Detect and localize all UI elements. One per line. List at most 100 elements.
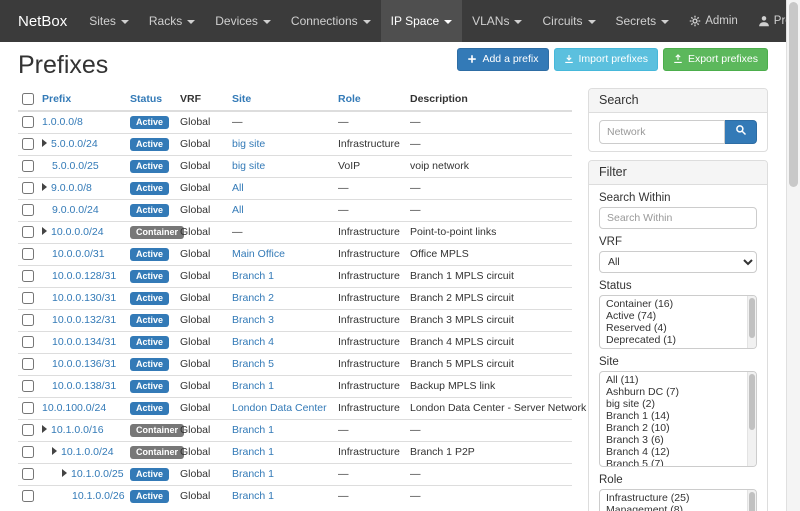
listbox-option[interactable]: Branch 1 (14) bbox=[600, 410, 756, 422]
row-checkbox[interactable] bbox=[22, 226, 34, 238]
import-prefixes-button[interactable]: Import prefixes bbox=[554, 48, 658, 71]
export-prefixes-button[interactable]: Export prefixes bbox=[663, 48, 768, 71]
prefix-link[interactable]: 10.0.0.130/31 bbox=[52, 292, 116, 304]
site-link[interactable]: big site bbox=[232, 138, 265, 150]
search-button[interactable] bbox=[725, 120, 757, 144]
site-link[interactable]: Branch 1 bbox=[232, 468, 274, 480]
status-listbox[interactable]: Container (16)Active (74)Reserved (4)Dep… bbox=[599, 295, 757, 349]
prefix-link[interactable]: 10.0.0.0/24 bbox=[51, 226, 104, 238]
row-checkbox[interactable] bbox=[22, 160, 34, 172]
listbox-option[interactable]: Branch 3 (6) bbox=[600, 434, 756, 446]
add-a-prefix-button[interactable]: Add a prefix bbox=[457, 48, 548, 71]
page-scrollbar[interactable] bbox=[786, 0, 800, 511]
prefix-link[interactable]: 10.0.0.138/31 bbox=[52, 380, 116, 392]
nav-item-circuits[interactable]: Circuits bbox=[532, 0, 605, 42]
listbox-option[interactable]: Container (16) bbox=[600, 298, 756, 310]
nav-item-secrets[interactable]: Secrets bbox=[606, 0, 680, 42]
row-checkbox[interactable] bbox=[22, 402, 34, 414]
site-link[interactable]: All bbox=[232, 204, 244, 216]
prefix-link[interactable]: 9.0.0.0/24 bbox=[52, 204, 99, 216]
site-link[interactable]: Branch 1 bbox=[232, 446, 274, 458]
row-checkbox[interactable] bbox=[22, 292, 34, 304]
prefix-cell: 10.0.100.0/24 bbox=[38, 397, 126, 419]
listbox-option[interactable]: Active (74) bbox=[600, 310, 756, 322]
row-checkbox[interactable] bbox=[22, 248, 34, 260]
site-link[interactable]: Branch 1 bbox=[232, 424, 274, 436]
listbox-option[interactable]: Infrastructure (25) bbox=[600, 492, 756, 504]
navbar-menu: SitesRacksDevicesConnectionsIP SpaceVLAN… bbox=[79, 0, 679, 42]
site-listbox-scrollbar[interactable] bbox=[747, 372, 756, 466]
role-listbox[interactable]: Infrastructure (25)Management (8)Private… bbox=[599, 489, 757, 511]
row-checkbox[interactable] bbox=[22, 446, 34, 458]
site-link[interactable]: All bbox=[232, 182, 244, 194]
listbox-option[interactable]: big site (2) bbox=[600, 398, 756, 410]
page-scrollbar-thumb[interactable] bbox=[789, 2, 798, 187]
prefix-link[interactable]: 1.0.0.0/8 bbox=[42, 116, 83, 128]
column-header-prefix[interactable]: Prefix bbox=[42, 93, 71, 105]
site-link[interactable]: Main Office bbox=[232, 248, 285, 260]
prefix-link[interactable]: 10.0.0.132/31 bbox=[52, 314, 116, 326]
nav-item-connections[interactable]: Connections bbox=[281, 0, 381, 42]
nav-item-vlans[interactable]: VLANs bbox=[462, 0, 532, 42]
vrf-select[interactable]: All bbox=[599, 251, 757, 273]
prefix-link[interactable]: 5.0.0.0/25 bbox=[52, 160, 99, 172]
nav-item-ip-space[interactable]: IP Space bbox=[381, 0, 462, 42]
listbox-option[interactable]: All (11) bbox=[600, 374, 756, 386]
prefix-link[interactable]: 10.1.0.0/24 bbox=[61, 446, 114, 458]
row-checkbox[interactable] bbox=[22, 490, 34, 502]
status-badge: Active bbox=[130, 490, 169, 503]
row-checkbox[interactable] bbox=[22, 138, 34, 150]
prefix-link[interactable]: 10.0.100.0/24 bbox=[42, 402, 106, 414]
search-within-input[interactable] bbox=[599, 207, 757, 229]
prefix-link[interactable]: 10.0.0.128/31 bbox=[52, 270, 116, 282]
listbox-option[interactable]: Branch 2 (10) bbox=[600, 422, 756, 434]
listbox-option[interactable]: Management (8) bbox=[600, 504, 756, 511]
site-link[interactable]: big site bbox=[232, 160, 265, 172]
role-listbox-scrollbar[interactable] bbox=[747, 490, 756, 511]
listbox-option[interactable]: Ashburn DC (7) bbox=[600, 386, 756, 398]
prefix-link[interactable]: 5.0.0.0/24 bbox=[51, 138, 98, 150]
prefix-link[interactable]: 10.0.0.136/31 bbox=[52, 358, 116, 370]
column-header-status[interactable]: Status bbox=[130, 93, 162, 105]
row-checkbox[interactable] bbox=[22, 314, 34, 326]
select-all-checkbox[interactable] bbox=[22, 93, 34, 105]
listbox-option[interactable]: Reserved (4) bbox=[600, 322, 756, 334]
prefix-link[interactable]: 10.1.0.0/16 bbox=[51, 424, 104, 436]
row-checkbox[interactable] bbox=[22, 204, 34, 216]
listbox-option[interactable]: Branch 5 (7) bbox=[600, 458, 756, 467]
row-checkbox[interactable] bbox=[22, 380, 34, 392]
row-checkbox[interactable] bbox=[22, 468, 34, 480]
site-link[interactable]: Branch 2 bbox=[232, 292, 274, 304]
prefix-link[interactable]: 10.1.0.0/26 bbox=[72, 490, 125, 502]
prefix-link[interactable]: 10.0.0.0/31 bbox=[52, 248, 105, 260]
nav-item-devices[interactable]: Devices bbox=[205, 0, 281, 42]
row-checkbox[interactable] bbox=[22, 424, 34, 436]
nav-item-racks[interactable]: Racks bbox=[139, 0, 205, 42]
site-link[interactable]: London Data Center bbox=[232, 402, 327, 414]
prefix-link[interactable]: 10.0.0.134/31 bbox=[52, 336, 116, 348]
nav-item-sites[interactable]: Sites bbox=[79, 0, 139, 42]
row-checkbox[interactable] bbox=[22, 116, 34, 128]
brand-logo[interactable]: NetBox bbox=[6, 0, 79, 42]
site-link[interactable]: Branch 5 bbox=[232, 358, 274, 370]
row-checkbox[interactable] bbox=[22, 182, 34, 194]
status-listbox-scrollbar[interactable] bbox=[747, 296, 756, 348]
site-link[interactable]: Branch 4 bbox=[232, 336, 274, 348]
site-link[interactable]: Branch 1 bbox=[232, 380, 274, 392]
site-link[interactable]: Branch 1 bbox=[232, 270, 274, 282]
row-checkbox[interactable] bbox=[22, 270, 34, 282]
prefix-link[interactable]: 10.1.0.0/25 bbox=[71, 468, 124, 480]
nav-item-admin[interactable]: Admin bbox=[679, 0, 748, 42]
column-header-site[interactable]: Site bbox=[232, 93, 251, 105]
site-link[interactable]: Branch 3 bbox=[232, 314, 274, 326]
search-input[interactable] bbox=[599, 120, 725, 144]
site-link[interactable]: Branch 1 bbox=[232, 490, 274, 502]
site-listbox[interactable]: All (11)Ashburn DC (7)big site (2)Branch… bbox=[599, 371, 757, 467]
row-checkbox[interactable] bbox=[22, 358, 34, 370]
column-header-role[interactable]: Role bbox=[338, 93, 361, 105]
row-checkbox[interactable] bbox=[22, 336, 34, 348]
table-row: 10.0.0.138/31ActiveGlobalBranch 1Infrast… bbox=[18, 375, 572, 397]
prefix-link[interactable]: 9.0.0.0/8 bbox=[51, 182, 92, 194]
listbox-option[interactable]: Branch 4 (12) bbox=[600, 446, 756, 458]
listbox-option[interactable]: Deprecated (1) bbox=[600, 334, 756, 346]
